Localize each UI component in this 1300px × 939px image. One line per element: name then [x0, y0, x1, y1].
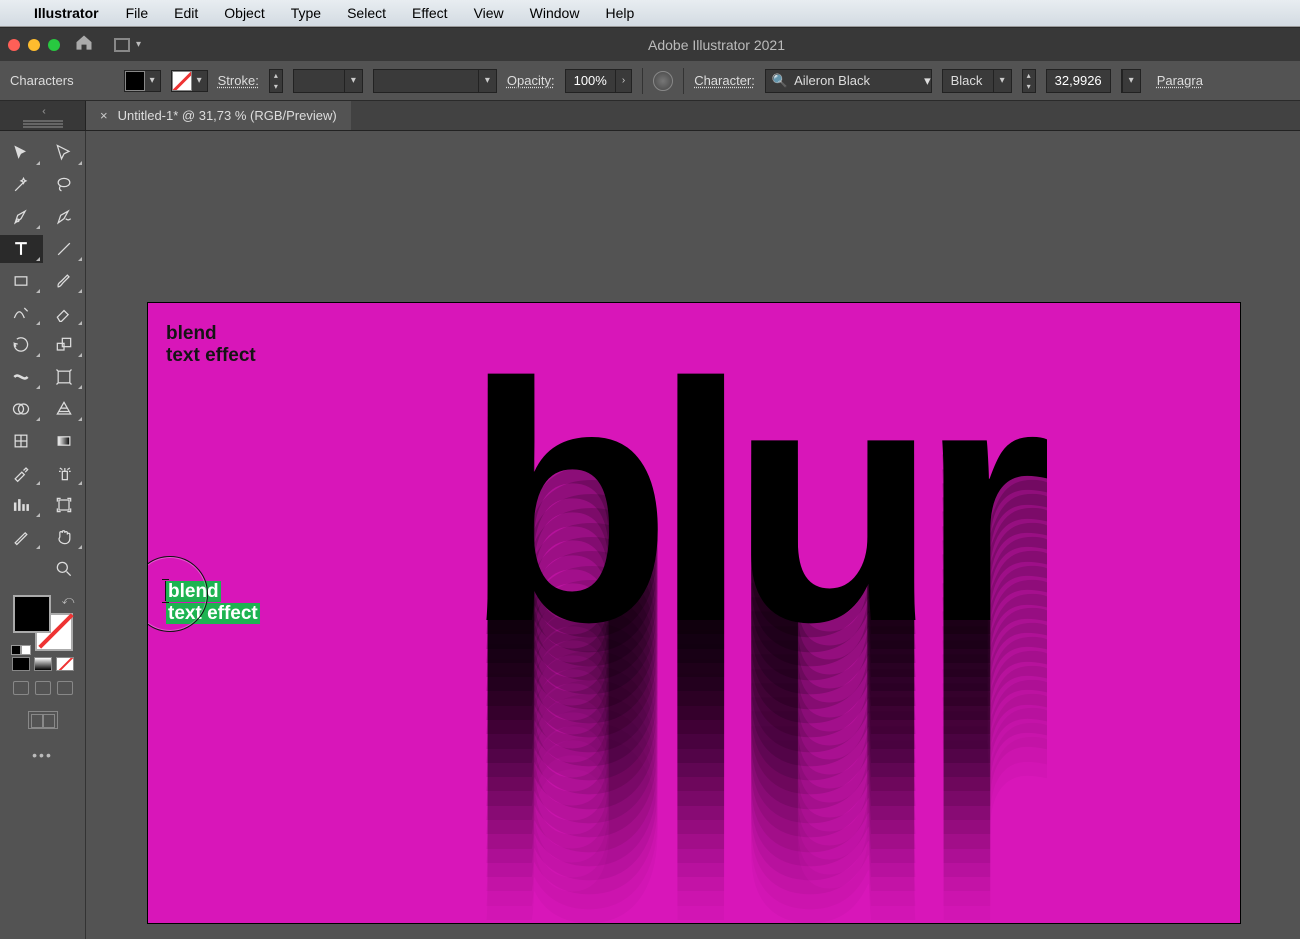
- symbol-sprayer-tool[interactable]: [43, 459, 86, 487]
- curvature-tool[interactable]: [43, 203, 86, 231]
- artboard-text-label: blend text effect: [166, 323, 256, 367]
- width-tool[interactable]: [0, 363, 43, 391]
- paragraph-label[interactable]: Paragra: [1157, 73, 1203, 88]
- eyedropper-tool[interactable]: [0, 459, 43, 487]
- character-label[interactable]: Character:: [694, 73, 755, 88]
- window-zoom-button[interactable]: [48, 39, 60, 51]
- draw-mode-row: [0, 681, 85, 695]
- recolor-icon[interactable]: [653, 71, 673, 91]
- document-tab-row: ‹‹ × Untitled-1* @ 31,73 % (RGB/Preview): [0, 101, 1300, 131]
- column-graph-tool[interactable]: [0, 491, 43, 519]
- document-tab[interactable]: × Untitled-1* @ 31,73 % (RGB/Preview): [86, 101, 351, 130]
- home-icon[interactable]: [74, 33, 94, 56]
- search-icon: 🔍: [766, 73, 794, 89]
- zoom-tool[interactable]: [43, 555, 86, 583]
- app-title: Adobe Illustrator 2021: [141, 37, 1292, 53]
- swap-fill-stroke-icon[interactable]: ⤺: [62, 593, 75, 608]
- edit-toolbar-button[interactable]: •••: [0, 747, 85, 763]
- menu-type[interactable]: Type: [278, 5, 334, 21]
- opacity-input[interactable]: 100%›: [565, 69, 633, 93]
- stroke-swatch[interactable]: ▾: [171, 70, 208, 92]
- selection-context-label: Characters: [10, 73, 74, 88]
- tab-title: Untitled-1* @ 31,73 % (RGB/Preview): [118, 108, 337, 123]
- canvas[interactable]: blend text effect blurblurblurblurblurbl…: [86, 131, 1300, 939]
- paintbrush-tool[interactable]: [43, 267, 86, 295]
- hand-tool[interactable]: [43, 523, 86, 551]
- type-tool[interactable]: [0, 235, 43, 263]
- free-transform-tool[interactable]: [43, 363, 86, 391]
- default-fill-stroke-icon[interactable]: [11, 645, 31, 655]
- stroke-weight-dropdown[interactable]: ▾: [293, 69, 363, 93]
- fill-stroke-indicator[interactable]: ⤺: [13, 595, 73, 651]
- artboard-tool[interactable]: [43, 491, 86, 519]
- selection-tool[interactable]: [0, 139, 43, 167]
- draw-inside[interactable]: [57, 681, 73, 695]
- font-family-value: Aileron Black: [794, 73, 924, 88]
- artboard-blur-artwork: blurblurblurblurblurblurblurblurblurblur…: [464, 333, 1124, 913]
- tools-panel: ⤺ •••: [0, 131, 86, 939]
- app-name[interactable]: Illustrator: [20, 5, 113, 21]
- opacity-label[interactable]: Opacity:: [507, 73, 555, 88]
- menu-view[interactable]: View: [461, 5, 517, 21]
- artboard[interactable]: blend text effect blurblurblurblurblurbl…: [148, 303, 1240, 923]
- font-size-input[interactable]: 32,9926: [1046, 69, 1111, 93]
- vsp-dropdown[interactable]: ▾: [373, 69, 497, 93]
- font-style-dropdown[interactable]: Black▾: [942, 69, 1012, 93]
- app-titlebar: ▾ Adobe Illustrator 2021: [0, 27, 1300, 61]
- line-tool[interactable]: [43, 235, 86, 263]
- font-size-dropdown[interactable]: ▾: [1121, 69, 1141, 93]
- slice-tool[interactable]: [0, 523, 43, 551]
- mesh-tool[interactable]: [0, 427, 43, 455]
- rectangle-tool[interactable]: [0, 267, 43, 295]
- color-mode-gradient[interactable]: [34, 657, 52, 671]
- pen-tool[interactable]: [0, 203, 43, 231]
- panel-collapse-handle[interactable]: ‹‹: [0, 101, 86, 130]
- perspective-tool[interactable]: [43, 395, 86, 423]
- menu-file[interactable]: File: [113, 5, 162, 21]
- fill-color-swatch[interactable]: [13, 595, 51, 633]
- shaper-tool[interactable]: [0, 299, 43, 327]
- shape-builder-tool[interactable]: [0, 395, 43, 423]
- menu-effect[interactable]: Effect: [399, 5, 461, 21]
- draw-normal[interactable]: [13, 681, 29, 695]
- stroke-label[interactable]: Stroke:: [218, 73, 259, 88]
- color-mode-row: [0, 657, 85, 671]
- control-bar: Characters ▾ ▾ Stroke: ▴▾ ▾ ▾ Opacity: 1…: [0, 61, 1300, 101]
- main-area: ⤺ ••• blend text effect blurblurblurblur…: [0, 131, 1300, 939]
- eraser-tool[interactable]: [43, 299, 86, 327]
- text-cursor-icon: [165, 581, 166, 601]
- arrange-documents-button[interactable]: ▾: [114, 38, 141, 52]
- gradient-tool[interactable]: [43, 427, 86, 455]
- stroke-weight-stepper[interactable]: ▴▾: [269, 69, 283, 93]
- window-traffic-lights: [8, 39, 60, 51]
- window-close-button[interactable]: [8, 39, 20, 51]
- menu-object[interactable]: Object: [211, 5, 277, 21]
- mac-menubar: Illustrator File Edit Object Type Select…: [0, 0, 1300, 27]
- scale-tool[interactable]: [43, 331, 86, 359]
- menu-help[interactable]: Help: [592, 5, 647, 21]
- fill-swatch[interactable]: ▾: [124, 70, 161, 92]
- draw-behind[interactable]: [35, 681, 51, 695]
- menu-edit[interactable]: Edit: [161, 5, 211, 21]
- window-minimize-button[interactable]: [28, 39, 40, 51]
- color-mode-solid[interactable]: [12, 657, 30, 671]
- tab-close-icon[interactable]: ×: [100, 108, 108, 123]
- menu-select[interactable]: Select: [334, 5, 399, 21]
- magic-wand-tool[interactable]: [0, 171, 43, 199]
- menu-window[interactable]: Window: [517, 5, 593, 21]
- font-size-stepper[interactable]: ▴▾: [1022, 69, 1036, 93]
- color-mode-none[interactable]: [56, 657, 74, 671]
- rotate-tool[interactable]: [0, 331, 43, 359]
- direct-selection-tool[interactable]: [43, 139, 86, 167]
- font-family-dropdown[interactable]: 🔍 Aileron Black ▾: [765, 69, 932, 93]
- lasso-tool[interactable]: [43, 171, 86, 199]
- screen-mode-button[interactable]: [28, 711, 58, 729]
